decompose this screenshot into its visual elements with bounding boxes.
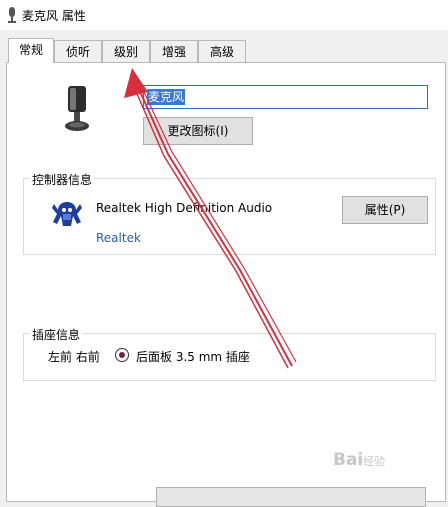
tab-enhancements[interactable]: 增强 <box>150 40 198 62</box>
realtek-icon <box>52 202 82 226</box>
change-icon-button[interactable]: 更改图标(I) <box>143 117 253 145</box>
device-usage-select[interactable] <box>156 487 426 507</box>
controller-vendor-link[interactable]: Realtek <box>96 231 141 245</box>
title-bar: 麦克风 属性 <box>0 0 448 30</box>
device-name-text: 麦克风 <box>147 89 186 105</box>
jack-description: 后面板 3.5 mm 插座 <box>136 350 250 364</box>
tab-strip: 常规 侦听 级别 增强 高级 <box>0 38 448 63</box>
controller-name: Realtek High Definition Audio <box>96 201 273 215</box>
tab-listen[interactable]: 侦听 <box>54 40 102 62</box>
jack-location: 左前 右前 <box>48 350 100 364</box>
watermark-suffix: 经验 <box>363 455 386 468</box>
watermark-brand: Bai <box>333 450 364 470</box>
tab-levels[interactable]: 级别 <box>102 40 150 62</box>
microphone-device-icon <box>65 86 89 131</box>
window-title: 麦克风 属性 <box>22 9 86 23</box>
watermark: Bai经验 <box>333 450 385 470</box>
jack-info-label: 插座信息 <box>30 326 83 343</box>
tab-advanced[interactable]: 高级 <box>198 40 246 62</box>
controller-info-label: 控制器信息 <box>30 171 95 188</box>
controller-properties-button[interactable]: 属性(P) <box>342 196 428 224</box>
device-name-input[interactable]: 麦克风 <box>143 85 428 109</box>
tab-general[interactable]: 常规 <box>8 38 54 63</box>
microphone-icon <box>8 7 16 23</box>
jack-color-indicator <box>115 348 129 362</box>
